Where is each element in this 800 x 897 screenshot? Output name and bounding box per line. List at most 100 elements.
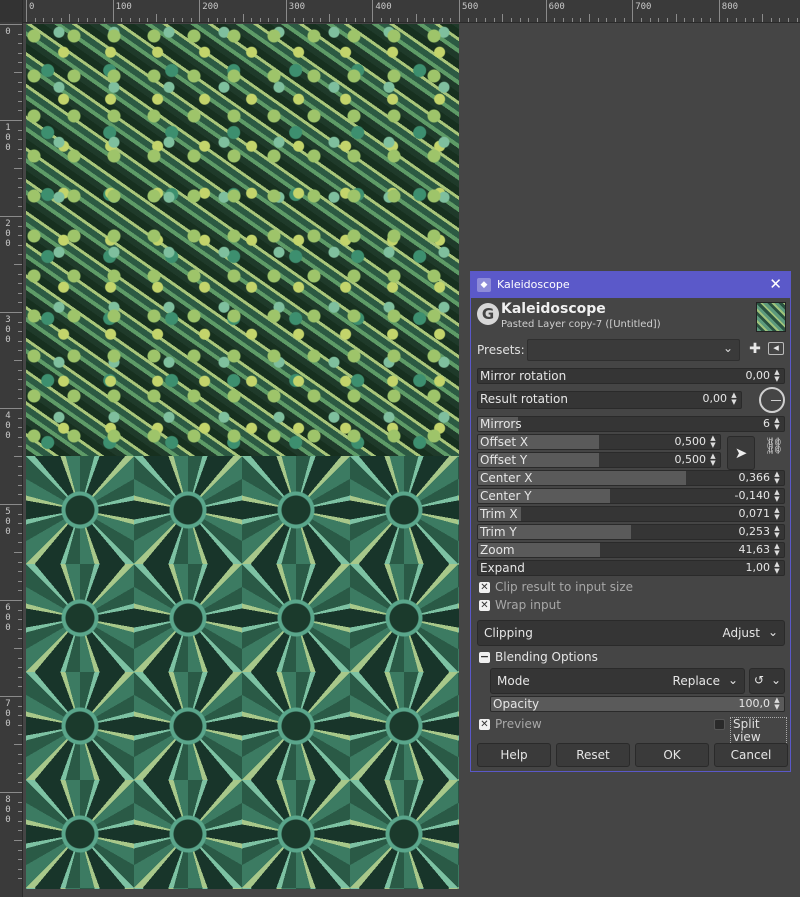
blending-options-expander[interactable]: − Blending Options: [477, 650, 777, 666]
ruler-minor-tick: [363, 18, 365, 22]
trim-y-spinscale[interactable]: Trim Y 0,253 ▲ ▼: [477, 524, 785, 540]
ruler-minor-tick: [18, 417, 22, 419]
offset-x-value: 0,500: [674, 435, 707, 448]
presets-combo[interactable]: ⌄: [527, 339, 740, 361]
horizontal-ruler[interactable]: 0 100 200 300 400 500 600 700 800: [0, 0, 800, 23]
center-y-spinscale[interactable]: Center Y -0,140 ▲ ▼: [477, 488, 785, 504]
ruler-label: 4 0 0: [5, 411, 11, 441]
ruler-minor-tick: [450, 18, 452, 22]
pick-point-button[interactable]: ➤: [727, 436, 755, 470]
spin-arrows-icon[interactable]: ▲ ▼: [772, 543, 782, 557]
add-preset-icon[interactable]: ✚: [748, 341, 762, 357]
ruler-minor-tick: [18, 158, 22, 160]
trim-x-spinscale[interactable]: Trim X 0,071 ▲ ▼: [477, 506, 785, 522]
ruler-major-tick: [0, 600, 22, 601]
mode-combo[interactable]: Mode Replace ⌄: [490, 668, 745, 694]
ruler-minor-tick: [18, 62, 22, 64]
reset-button[interactable]: Reset: [556, 743, 630, 767]
ruler-minor-tick: [303, 18, 305, 22]
help-button[interactable]: Help: [477, 743, 551, 767]
spin-arrows-icon[interactable]: ▲ ▼: [708, 453, 718, 467]
ruler-minor-tick: [597, 18, 599, 22]
result-rotation-label: Result rotation: [480, 392, 568, 406]
rotation-dial-icon[interactable]: [759, 387, 785, 413]
spin-arrows-icon[interactable]: ▲ ▼: [772, 471, 782, 485]
ruler-minor-tick: [606, 18, 608, 22]
spin-arrows-icon[interactable]: ▲ ▼: [772, 561, 782, 575]
offset-x-spinscale[interactable]: Offset X 0,500 ▲ ▼: [477, 434, 721, 450]
mirror-rotation-spinscale[interactable]: Mirror rotation 0,00 ▲ ▼: [477, 368, 785, 384]
spin-arrows-icon[interactable]: ▲ ▼: [772, 369, 782, 383]
ruler-minor-tick: [18, 513, 22, 515]
ruler-minor-tick: [18, 177, 22, 179]
result-rotation-spinscale[interactable]: Result rotation 0,00 ▲ ▼: [477, 391, 742, 409]
ok-button[interactable]: OK: [635, 743, 709, 767]
ruler-minor-tick: [18, 379, 22, 381]
spin-arrows-icon[interactable]: ▲ ▼: [772, 697, 782, 711]
center-y-label: Center Y: [480, 489, 532, 503]
cancel-button[interactable]: Cancel: [714, 743, 788, 767]
ruler-minor-tick: [528, 18, 530, 22]
mirrors-spinscale[interactable]: Mirrors 6 ▲ ▼: [477, 416, 785, 432]
spin-arrows-icon[interactable]: ▲ ▼: [708, 435, 718, 449]
ruler-minor-tick: [666, 18, 668, 22]
spin-arrows-icon[interactable]: ▲ ▼: [772, 417, 782, 431]
spin-arrows-icon[interactable]: ▲ ▼: [772, 507, 782, 521]
ruler-minor-tick: [181, 18, 183, 22]
dialog-titlebar[interactable]: ◆ Kaleidoscope ✕: [471, 272, 790, 298]
vertical-ruler[interactable]: 0 1 0 0 2 0 0 3 0 0 4 0 0 5 0 0 6 0 0 7 0 0 8 0 …: [0, 22, 23, 897]
ruler-minor-tick: [710, 18, 712, 22]
ruler-minor-tick: [562, 18, 564, 22]
ruler-label: 300: [288, 2, 306, 12]
center-x-label: Center X: [480, 471, 533, 485]
ruler-label: 600: [548, 2, 565, 12]
ruler-minor-tick: [701, 18, 703, 22]
ruler-minor-tick: [18, 676, 22, 678]
spin-arrows-icon[interactable]: ▲ ▼: [772, 489, 782, 503]
ruler-minor-tick: [18, 830, 22, 832]
offset-y-spinscale[interactable]: Offset Y 0,500 ▲ ▼: [477, 452, 721, 468]
center-x-spinscale[interactable]: Center X 0,366 ▲ ▼: [477, 470, 785, 486]
wrap-input-checkbox[interactable]: ✕ Wrap input: [477, 598, 777, 614]
preview-checkbox[interactable]: ✕ Preview: [477, 717, 597, 733]
zoom-spinscale[interactable]: Zoom 41,63 ▲ ▼: [477, 542, 785, 558]
ruler-minor-tick: [18, 772, 22, 774]
ruler-minor-tick: [18, 244, 22, 246]
clipping-value: Adjust: [722, 626, 760, 640]
checkbox-checked: ✕: [479, 582, 490, 593]
clipping-combo[interactable]: Clipping Adjust ⌄: [477, 620, 785, 646]
ruler-minor-tick: [18, 724, 22, 726]
preset-menu-icon[interactable]: ◂: [768, 342, 784, 355]
clip-result-label: Clip result to input size: [495, 580, 634, 594]
ruler-minor-tick: [69, 14, 71, 22]
close-icon[interactable]: ✕: [769, 275, 782, 293]
ruler-minor-tick: [18, 868, 22, 870]
ruler-minor-tick: [251, 18, 253, 22]
ruler-minor-tick: [675, 14, 677, 22]
gimp-logo-icon: G: [477, 303, 499, 325]
composite-mode-button[interactable]: ↺ ⌄: [749, 668, 785, 694]
opacity-spinscale[interactable]: Opacity 100,0 ▲ ▼: [490, 696, 785, 712]
ruler-minor-tick: [18, 331, 22, 333]
ruler-major-tick: [718, 0, 720, 22]
ruler-major-tick: [372, 0, 374, 22]
ruler-minor-tick: [18, 705, 22, 707]
ruler-minor-tick: [18, 254, 22, 256]
ruler-label: 0: [5, 27, 11, 37]
ruler-minor-tick: [355, 18, 357, 22]
ruler-major-tick: [545, 0, 547, 22]
spin-arrows-icon[interactable]: ▲ ▼: [772, 525, 782, 539]
ruler-minor-tick: [129, 18, 131, 22]
expand-spinscale[interactable]: Expand 1,00 ▲ ▼: [477, 560, 785, 576]
ruler-corner: [0, 0, 23, 22]
chain-link-icon[interactable]: ⛓: [764, 436, 784, 455]
wrap-input-label: Wrap input: [495, 598, 561, 612]
mode-label: Mode: [497, 674, 530, 688]
split-view-checkbox[interactable]: Split view: [712, 717, 787, 745]
ruler-minor-tick: [18, 686, 22, 688]
clip-result-checkbox[interactable]: ✕ Clip result to input size: [477, 580, 777, 596]
ruler-label: 800: [721, 2, 739, 12]
spin-arrows-icon[interactable]: ▲ ▼: [729, 392, 739, 406]
image-canvas[interactable]: [26, 24, 459, 889]
ruler-minor-tick: [277, 18, 279, 22]
